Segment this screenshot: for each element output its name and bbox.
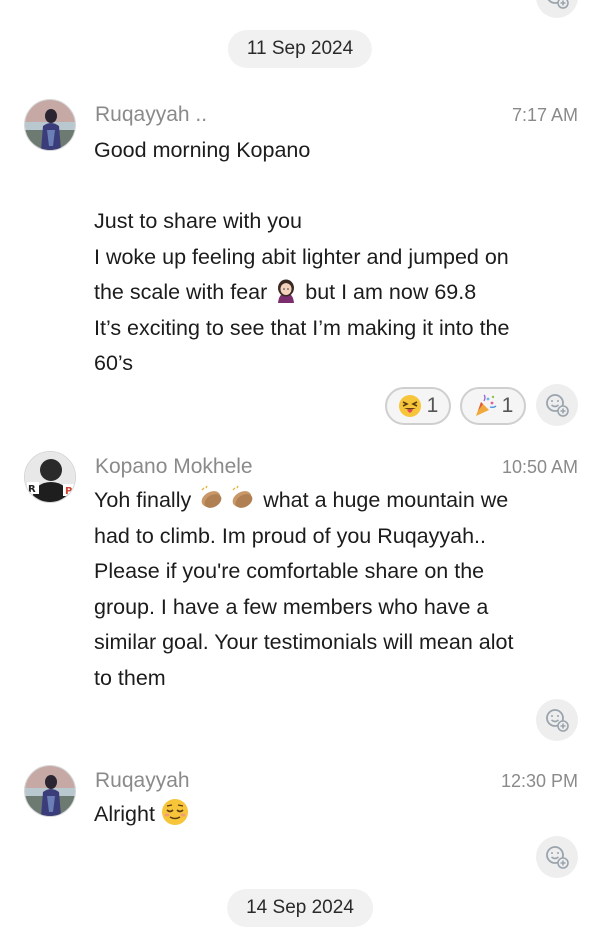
add-reaction-icon	[546, 394, 569, 417]
reaction-count: 1	[501, 394, 514, 417]
message-line: Just to share with you	[94, 209, 302, 233]
message-line: 60’s	[94, 351, 134, 375]
message-line: the scale with fear but I am now 69.8	[94, 275, 584, 311]
sender-name: Ruqayyah ..	[95, 103, 208, 126]
message-line: had to climb. Im proud of you Ruqayyah..	[94, 523, 486, 548]
reaction-count: 1	[426, 394, 439, 417]
avatar[interactable]: R P	[24, 451, 76, 503]
squinting-tongue-emoji-icon	[398, 395, 421, 417]
message-line: Please if you're comfortable share on th…	[94, 559, 485, 583]
message-line: Good morning Kopano	[94, 138, 311, 162]
party-popper-emoji-icon	[475, 394, 497, 416]
message-text: the scale with fear	[94, 280, 268, 304]
date-divider: 14 Sep 2024	[227, 889, 373, 927]
svg-text:P: P	[65, 486, 72, 497]
message-text: what a huge mountain we	[263, 488, 509, 512]
clapping-hands-emoji-icon	[201, 485, 253, 508]
svg-text:R: R	[28, 484, 36, 495]
message-line: group. I have a few members who have a	[94, 594, 489, 619]
message-text: but I am now 69.8	[305, 280, 477, 304]
add-reaction-icon	[546, 709, 569, 732]
message-body: Good morning Kopano Just to share with y…	[94, 133, 584, 382]
add-reaction-button[interactable]	[536, 836, 578, 878]
add-reaction-icon	[547, 0, 569, 9]
message-line: similar goal. Your testimonials will mea…	[94, 630, 514, 654]
message-time: 10:50 AM	[501, 457, 578, 477]
message-text: Yoh finally	[94, 488, 192, 512]
message-line: to them	[94, 665, 166, 690]
relieved-face-emoji-icon	[161, 799, 188, 825]
message-line: Yoh finally what a huge mountain we	[94, 483, 584, 519]
message-line: It’s exciting to see that I’m making it …	[94, 315, 510, 340]
avatar[interactable]	[24, 99, 76, 151]
reaction-chip[interactable]: 1	[460, 387, 526, 425]
woman-shrugging-emoji-icon	[278, 279, 295, 303]
message-line: I woke up feeling abit lighter and jumpe…	[94, 244, 509, 269]
avatar[interactable]	[24, 765, 76, 817]
date-divider: 11 Sep 2024	[227, 30, 373, 68]
add-reaction-icon	[546, 846, 569, 869]
message-time: 12:30 PM	[500, 771, 578, 791]
sender-name: Ruqayyah	[95, 769, 190, 792]
sender-name: Kopano Mokhele	[95, 455, 253, 478]
message-body: Alright	[94, 797, 584, 833]
message-line: Alright	[94, 797, 584, 833]
add-reaction-button[interactable]	[536, 384, 578, 426]
add-reaction-button[interactable]	[536, 0, 578, 18]
message-body: Yoh finally what a huge mountain we had …	[94, 483, 584, 696]
message-time: 7:17 AM	[511, 105, 578, 125]
message-text: Alright	[94, 802, 155, 826]
reaction-chip[interactable]: 1	[385, 387, 451, 425]
add-reaction-button[interactable]	[536, 699, 578, 741]
